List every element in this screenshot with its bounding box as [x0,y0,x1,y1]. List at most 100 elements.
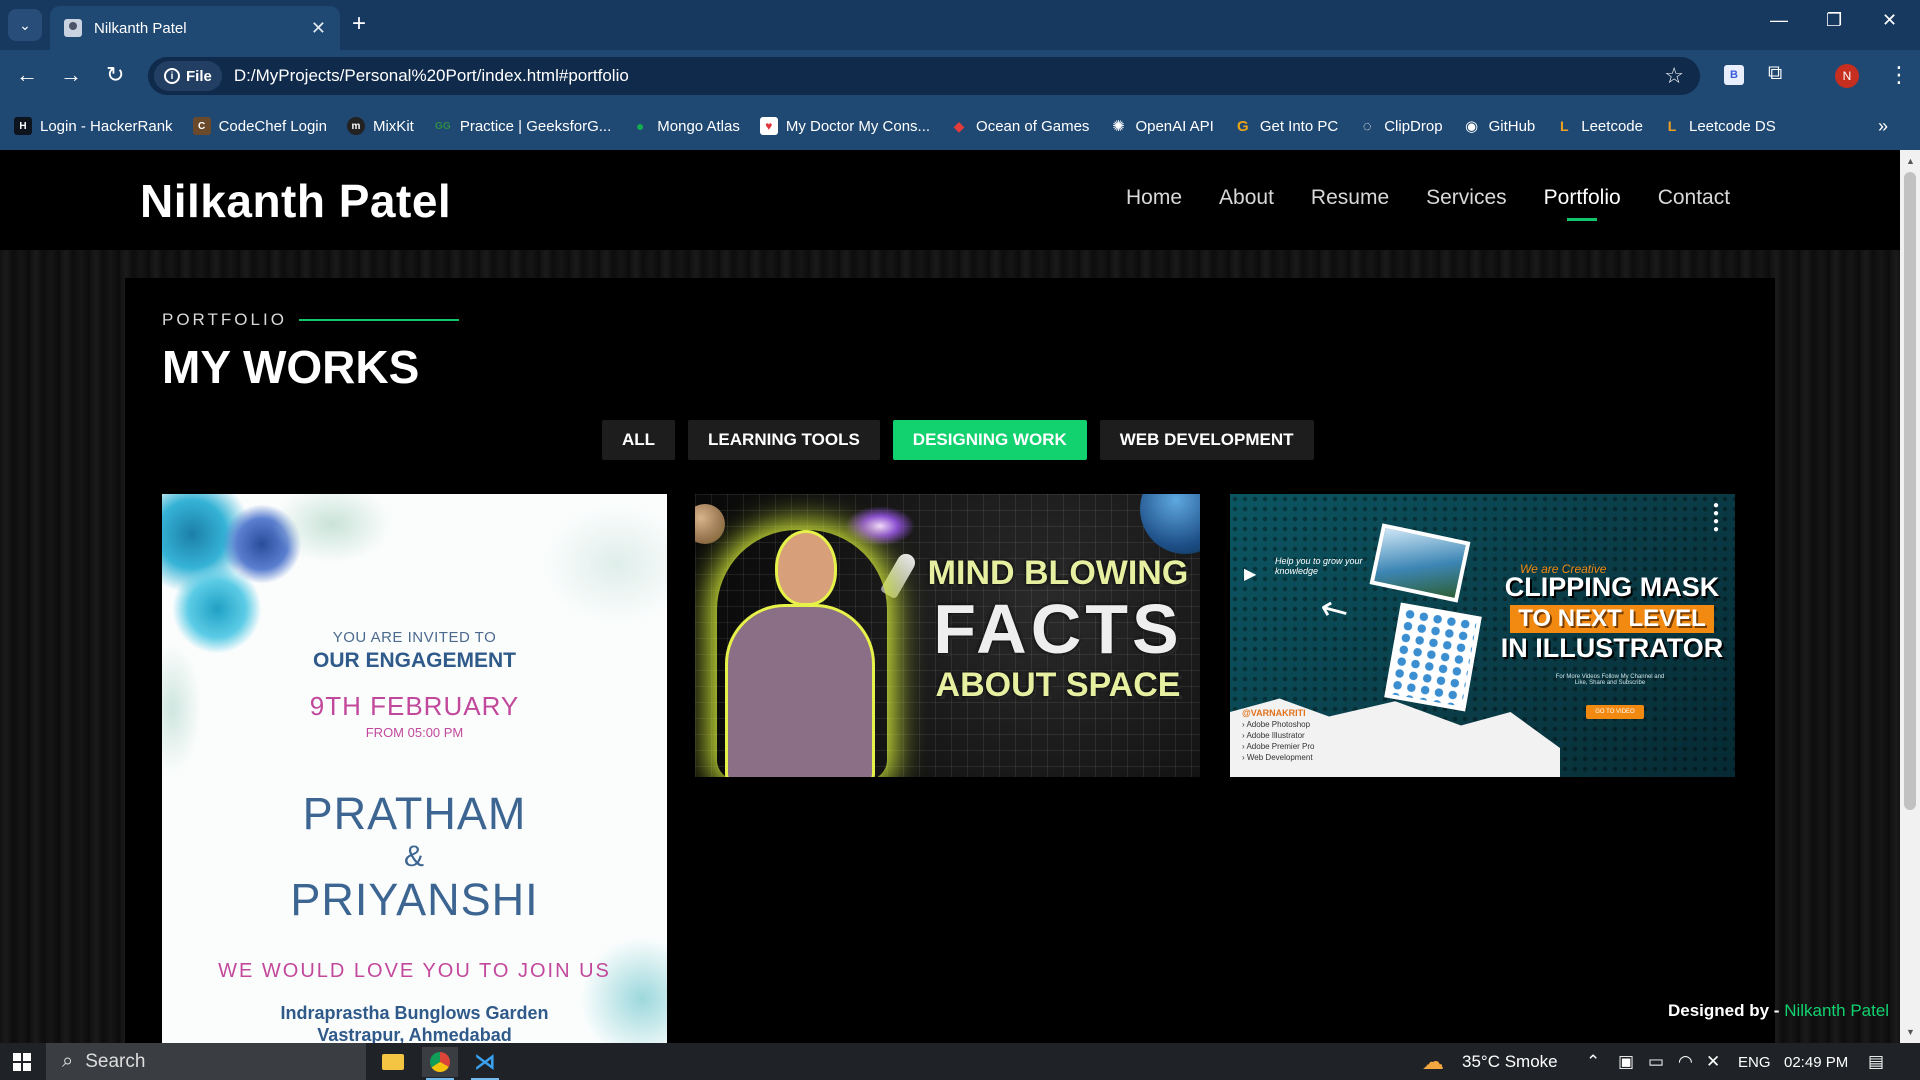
invite-venue-line-1: Indraprastha Bunglows Garden [280,1003,549,1023]
designed-by-name[interactable]: Nilkanth Patel [1784,1001,1889,1020]
portfolio-filters: ALL LEARNING TOOLS DESIGNING WORK WEB DE… [602,420,1314,460]
designed-by-credit: Designed by - Nilkanth Patel [1668,1001,1889,1021]
space-thumbnail-title: MIND BLOWING FACTS ABOUT SPACE [923,554,1193,704]
nav-portfolio[interactable]: Portfolio [1544,186,1621,221]
clock[interactable]: 02:49 PM [1784,1054,1848,1071]
browser-tab-active[interactable]: Nilkanth Patel ✕ [50,6,340,50]
scroll-up-arrow-icon[interactable]: ▲ [1906,156,1915,166]
window-minimize-icon[interactable]: — [1770,10,1788,31]
window-close-icon[interactable]: ✕ [1882,10,1897,31]
forward-arrow-icon[interactable]: → [60,62,82,88]
reload-icon[interactable]: ↻ [106,62,124,88]
scrollbar-thumb[interactable] [1904,172,1916,810]
site-header: Nilkanth Patel Home About Resume Service… [0,150,1900,250]
bookmark-ocean-of-games[interactable]: ◆ Ocean of Games [950,117,1090,135]
site-logo[interactable]: Nilkanth Patel [140,174,451,228]
battery-icon[interactable]: ▭ [1648,1052,1664,1072]
clip-title-line-3: IN ILLUSTRATOR [1500,633,1724,663]
clip-small-text: For More Videos Follow My Channel and Li… [1555,674,1665,686]
bookmarks-overflow-chevron-icon[interactable]: » [1878,116,1888,137]
filter-designing-work-button[interactable]: DESIGNING WORK [892,420,1087,460]
volume-muted-icon[interactable]: ✕ [1706,1052,1720,1072]
notifications-icon[interactable]: ▤ [1868,1052,1884,1072]
bookmark-get-into-pc[interactable]: G Get Into PC [1234,117,1338,135]
info-icon: i [164,68,180,84]
tab-close-icon[interactable]: ✕ [311,18,326,39]
filter-all-button[interactable]: ALL [602,420,676,460]
wifi-icon[interactable]: ◠ [1678,1052,1693,1072]
clip-handwritten-text: Help you to grow your knowledge [1275,556,1363,576]
tab-search-dropdown-icon[interactable]: ⌄ [8,9,42,41]
browser-tab-strip: ⌄ Nilkanth Patel ✕ + — ❐ ✕ [0,0,1920,50]
site-info-chip[interactable]: i File [154,61,222,91]
bookmark-github[interactable]: ◉ GitHub [1463,117,1535,136]
nav-resume[interactable]: Resume [1311,186,1389,210]
section-eyebrow: PORTFOLIO [162,310,459,330]
bookmark-mongo-atlas[interactable]: ● Mongo Atlas [631,117,740,135]
weather-icon: ☁ [1422,1049,1444,1074]
invite-ampersand: & [403,840,425,873]
bookmark-openai-api[interactable]: ✺ OpenAI API [1109,117,1214,136]
play-triangle-icon: ▶ [1244,566,1257,583]
leetcode-icon: L [1667,118,1677,134]
clip-list-item: › Adobe Illustrator [1242,731,1305,740]
leaf-decoration [542,504,667,624]
geeksforgeeks-icon: GG [435,120,451,132]
browser-menu-kebab-icon[interactable]: ⋮ [1888,62,1910,88]
new-tab-plus-icon[interactable]: + [352,10,366,38]
invite-join: WE WOULD LOVE YOU TO JOIN US [218,960,611,982]
nav-services[interactable]: Services [1426,186,1507,210]
meet-now-icon[interactable]: ▣ [1618,1052,1634,1072]
clip-title-line-2: TO NEXT LEVEL [1510,605,1714,633]
portfolio-card-engagement-invite[interactable]: YOU ARE INVITED TO OUR ENGAGEMENT 9TH FE… [162,494,667,1043]
surprised-man-image [717,530,887,777]
filter-learning-tools-button[interactable]: LEARNING TOOLS [688,420,880,460]
windows-start-icon[interactable] [13,1053,31,1071]
portfolio-section: PORTFOLIO MY WORKS ALL LEARNING TOOLS DE… [125,278,1775,1043]
tray-overflow-chevron-icon[interactable]: ⌃ [1586,1052,1600,1072]
vscode-icon[interactable]: ⋊ [467,1047,503,1080]
clip-list-item: › Web Development [1242,753,1313,762]
file-explorer-icon[interactable] [375,1047,411,1077]
extension-b-icon[interactable]: B [1724,65,1744,85]
bookmark-leetcode-ds[interactable]: L Leetcode DS [1663,117,1776,135]
bookmark-geeksforgeeks[interactable]: GG Practice | GeeksforG... [434,117,611,135]
nav-about[interactable]: About [1219,186,1274,210]
clip-list-item: › Adobe Premier Pro [1242,742,1315,751]
invite-name-2: PRIYANSHI [290,874,539,925]
bookmark-star-icon[interactable]: ☆ [1664,63,1684,89]
eyebrow-divider [298,319,459,321]
clip-thumbnail-title: CLIPPING MASK TO NEXT LEVEL IN ILLUSTRAT… [1492,572,1732,664]
extensions-puzzle-icon[interactable]: ⧉ [1768,62,1782,85]
language-indicator[interactable]: ENG [1738,1054,1771,1071]
bookmark-my-doctor[interactable]: ♥ My Doctor My Cons... [759,117,930,135]
window-restore-icon[interactable]: ❐ [1826,10,1842,31]
portfolio-card-space-facts[interactable]: MIND BLOWING FACTS ABOUT SPACE [695,494,1200,777]
invite-venue-line-2: Vastrapur, Ahmedabad [317,1025,512,1043]
nav-contact[interactable]: Contact [1658,186,1730,210]
profile-avatar[interactable]: N [1835,64,1859,88]
space-title-line-2: FACTS [933,590,1183,668]
space-title-line-3: ABOUT SPACE [935,666,1181,704]
weather-text[interactable]: 35°C Smoke [1462,1052,1558,1072]
chrome-icon[interactable] [422,1047,458,1080]
invite-line-1: YOU ARE INVITED TO [332,629,497,646]
address-bar[interactable]: i File D:/MyProjects/Personal%20Port/ind… [148,57,1700,95]
page-scrollbar[interactable]: ▲ ▼ [1900,150,1920,1043]
portfolio-card-clipping-mask[interactable]: Help you to grow your knowledge ▶ ↖ We a… [1230,494,1735,777]
nav-home[interactable]: Home [1126,186,1182,210]
taskbar-search-box[interactable]: ⌕ Search [46,1043,366,1080]
taskbar-search-placeholder: Search [85,1050,146,1072]
url-text[interactable]: D:/MyProjects/Personal%20Port/index.html… [234,66,1664,86]
scroll-down-arrow-icon[interactable]: ▼ [1906,1027,1915,1037]
leetcode-icon: L [1559,118,1569,134]
back-arrow-icon[interactable]: ← [16,62,38,88]
tab-title: Nilkanth Patel [94,19,187,37]
site-chip-label: File [186,67,212,85]
bookmark-mixkit[interactable]: m MixKit [346,117,414,135]
bookmark-codechef[interactable]: C CodeChef Login [192,117,327,135]
bookmark-leetcode[interactable]: L Leetcode [1555,117,1643,135]
bookmark-clipdrop[interactable]: ◌ ClipDrop [1358,117,1443,135]
filter-web-development-button[interactable]: WEB DEVELOPMENT [1099,420,1314,460]
bookmark-hackerrank[interactable]: H Login - HackerRank [14,117,173,135]
